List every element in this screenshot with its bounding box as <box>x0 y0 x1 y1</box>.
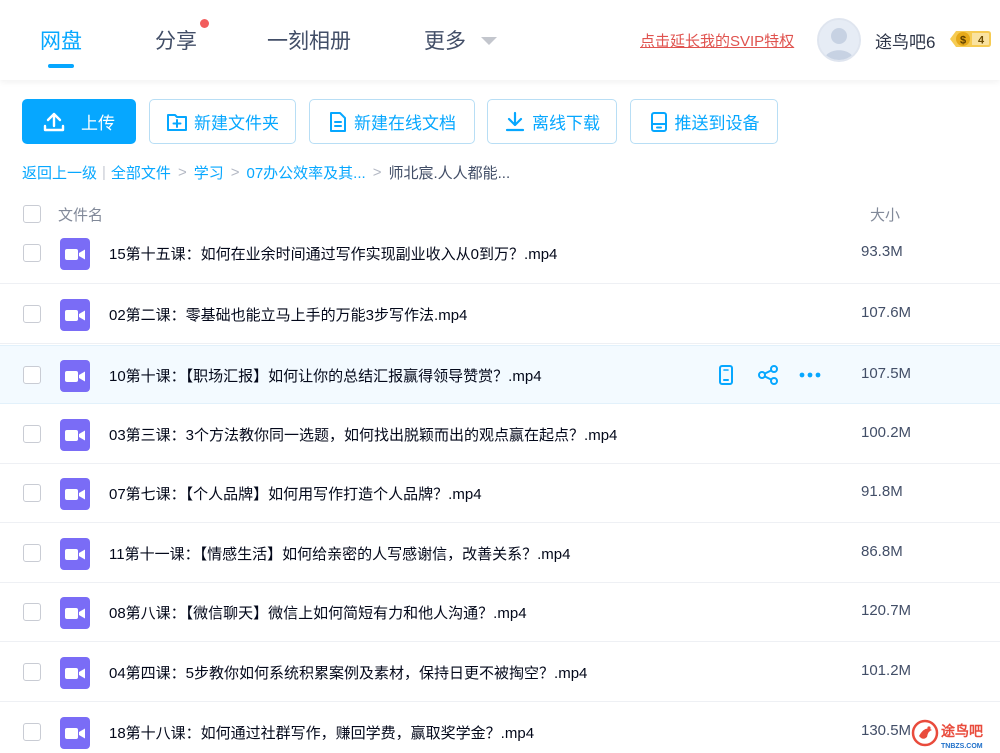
new-folder-icon <box>167 113 187 131</box>
phone-icon <box>719 365 733 385</box>
new-folder-label: 新建文件夹 <box>194 114 279 133</box>
row-checkbox[interactable] <box>23 663 41 681</box>
watermark-site: TNBZS.COM <box>941 743 983 750</box>
file-size: 91.8M <box>861 483 903 500</box>
table-row[interactable]: 03第三课：3个方法教你同一选题，如何找出脱颖而出的观点赢在起点？.mp4 10… <box>0 405 1000 464</box>
username[interactable]: 途鸟吧6 <box>875 28 935 53</box>
avatar[interactable] <box>817 18 861 62</box>
svip-level-badge-icon[interactable]: $ 4 <box>948 29 992 49</box>
row-checkbox[interactable] <box>23 366 41 384</box>
download-icon <box>505 111 525 131</box>
file-size: 107.5M <box>861 365 912 382</box>
nav-tab-more[interactable]: 更多 <box>424 25 466 55</box>
breadcrumb-current: 师北宸.人人都能... <box>388 165 511 182</box>
table-row[interactable]: 11第十一课：【情感生活】如何给亲密的人写感谢信，改善关系？.mp4 86.8M <box>0 524 1000 583</box>
breadcrumb-separator: > <box>230 164 240 181</box>
notification-dot <box>200 19 209 28</box>
file-name[interactable]: 15第十五课：如何在业余时间通过写作实现副业收入从0到万？.mp4 <box>109 243 557 264</box>
table-row[interactable]: 15第十五课：如何在业余时间通过写作实现副业收入从0到万？.mp4 93.3M <box>0 226 1000 284</box>
chevron-down-icon[interactable] <box>481 37 497 45</box>
video-file-icon <box>60 419 90 451</box>
breadcrumb-back[interactable]: 返回上一级 <box>22 162 97 183</box>
nav-active-indicator <box>48 64 74 68</box>
badge-level: 4 <box>978 35 985 47</box>
new-online-doc-button[interactable]: 新建在线文档 <box>309 99 475 144</box>
video-file-icon <box>60 238 90 270</box>
new-folder-button[interactable]: 新建文件夹 <box>149 99 296 144</box>
offline-download-label: 离线下载 <box>532 114 600 133</box>
file-name[interactable]: 10第十课：【职场汇报】如何让你的总结汇报赢得领导赞赏？.mp4 <box>109 365 542 386</box>
breadcrumb-level2[interactable]: 07办公效率及其... <box>246 162 365 183</box>
file-name[interactable]: 11第十一课：【情感生活】如何给亲密的人写感谢信，改善关系？.mp4 <box>109 543 570 564</box>
row-checkbox[interactable] <box>23 305 41 323</box>
row-checkbox[interactable] <box>23 425 41 443</box>
share-row-button[interactable] <box>756 363 780 387</box>
upload-label: 上传 <box>81 114 115 133</box>
table-row[interactable]: 08第八课：【微信聊天】微信上如何简短有力和他人沟通？.mp4 120.7M <box>0 583 1000 642</box>
video-file-icon <box>60 299 90 331</box>
row-checkbox[interactable] <box>23 723 41 741</box>
device-icon <box>650 111 667 132</box>
video-file-icon <box>60 657 90 689</box>
file-name[interactable]: 18第十八课：如何通过社群写作，赚回学费，赢取奖学金？.mp4 <box>109 722 534 743</box>
table-row[interactable]: 07第七课：【个人品牌】如何用写作打造个人品牌？.mp4 91.8M <box>0 464 1000 523</box>
scrollbar[interactable] <box>996 237 1000 753</box>
select-all-checkbox[interactable] <box>23 205 41 223</box>
file-size: 107.6M <box>861 304 912 321</box>
row-checkbox[interactable] <box>23 484 41 502</box>
file-name[interactable]: 04第四课：5步教你如何系统积累案例及素材，保持日更不被掏空？.mp4 <box>109 662 587 683</box>
column-header-size[interactable]: 大小 <box>870 204 900 225</box>
watermark-logo: 途鸟吧 TNBZS.COM <box>911 719 983 750</box>
table-row[interactable]: 02第二课：零基础也能立马上手的万能3步写作法.mp4 107.6M <box>0 285 1000 344</box>
upload-icon <box>43 112 65 131</box>
nav-tab-album[interactable]: 一刻相册 <box>267 25 351 55</box>
push-to-device-row-button[interactable] <box>714 363 738 387</box>
more-dots-icon <box>799 372 821 378</box>
row-checkbox[interactable] <box>23 544 41 562</box>
breadcrumb-divider: | <box>102 164 106 181</box>
file-list: 15第十五课：如何在业余时间通过写作实现副业收入从0到万？.mp4 93.3M … <box>0 226 1000 753</box>
file-name[interactable]: 03第三课：3个方法教你同一选题，如何找出脱颖而出的观点赢在起点？.mp4 <box>109 424 617 445</box>
file-size: 86.8M <box>861 543 903 560</box>
breadcrumb-all-files[interactable]: 全部文件 <box>111 162 171 183</box>
video-file-icon <box>60 597 90 629</box>
svip-renew-link[interactable]: 点击延长我的SVIP特权 <box>640 30 794 51</box>
column-header-name[interactable]: 文件名 <box>58 204 103 225</box>
file-size: 130.5M <box>861 722 912 739</box>
push-to-device-button[interactable]: 推送到设备 <box>630 99 778 144</box>
breadcrumb: 返回上一级 | 全部文件 > 学习 > 07办公效率及其... > 师北宸.人人… <box>22 162 510 183</box>
breadcrumb-separator: > <box>177 164 187 181</box>
table-row[interactable]: 10第十课：【职场汇报】如何让你的总结汇报赢得领导赞赏？.mp4 107.5M <box>0 345 1000 404</box>
new-online-doc-label: 新建在线文档 <box>354 114 456 133</box>
video-file-icon <box>60 478 90 510</box>
watermark-brand: 途鸟吧 <box>941 723 983 740</box>
file-name[interactable]: 02第二课：零基础也能立马上手的万能3步写作法.mp4 <box>109 304 467 325</box>
top-nav: 网盘 分享 一刻相册 更多 点击延长我的SVIP特权 途鸟吧6 $ 4 <box>0 0 1000 80</box>
offline-download-button[interactable]: 离线下载 <box>487 99 617 144</box>
file-size: 101.2M <box>861 662 912 679</box>
video-file-icon <box>60 360 90 392</box>
more-actions-row-button[interactable] <box>798 363 822 387</box>
nav-tab-share[interactable]: 分享 <box>155 25 197 55</box>
badge-symbol: $ <box>960 35 966 47</box>
push-to-device-label: 推送到设备 <box>674 114 760 133</box>
upload-button[interactable]: 上传 <box>22 99 136 144</box>
file-name[interactable]: 07第七课：【个人品牌】如何用写作打造个人品牌？.mp4 <box>109 483 482 504</box>
row-checkbox[interactable] <box>23 603 41 621</box>
file-size: 120.7M <box>861 602 912 619</box>
user-avatar-icon <box>819 20 859 60</box>
file-size: 93.3M <box>861 243 903 260</box>
nav-tab-netdisk[interactable]: 网盘 <box>40 25 82 55</box>
file-name[interactable]: 08第八课：【微信聊天】微信上如何简短有力和他人沟通？.mp4 <box>109 602 527 623</box>
file-size: 100.2M <box>861 424 912 441</box>
row-checkbox[interactable] <box>23 244 41 262</box>
video-file-icon <box>60 538 90 570</box>
video-file-icon <box>60 717 90 749</box>
table-row[interactable]: 18第十八课：如何通过社群写作，赚回学费，赢取奖学金？.mp4 130.5M <box>0 703 1000 753</box>
table-row[interactable]: 04第四课：5步教你如何系统积累案例及素材，保持日更不被掏空？.mp4 101.… <box>0 643 1000 702</box>
breadcrumb-separator: > <box>372 164 382 181</box>
share-icon <box>758 365 778 385</box>
breadcrumb-level1[interactable]: 学习 <box>194 162 224 183</box>
document-icon <box>330 111 346 132</box>
